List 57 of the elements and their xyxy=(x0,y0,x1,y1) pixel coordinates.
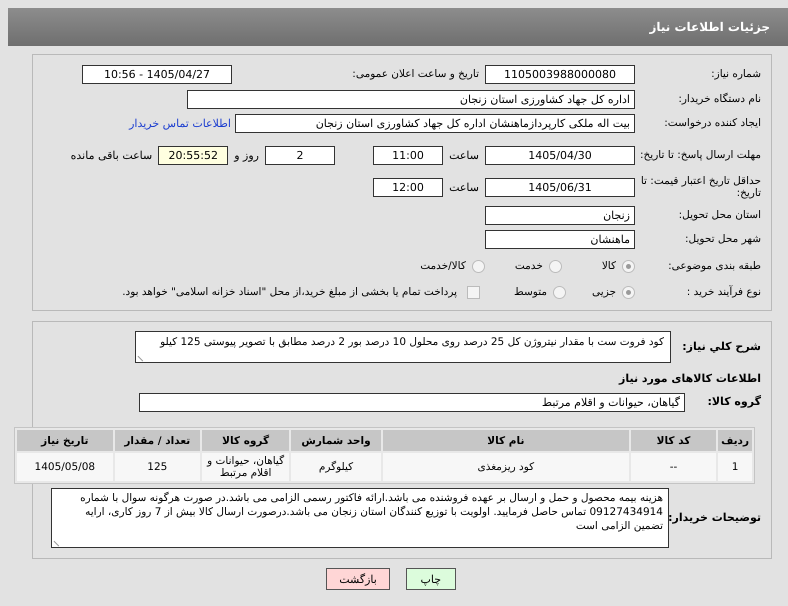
province-field: زنجان xyxy=(485,206,635,224)
table-cell: -- xyxy=(630,453,716,481)
table-cell: 125 xyxy=(114,453,200,481)
field-label: استان محل تحویل: xyxy=(678,208,762,222)
need-number-field: 1105003988000080 xyxy=(485,64,635,84)
table-cell: 1 xyxy=(718,453,752,481)
treasury-checkbox[interactable]: پرداخت تمام یا بخشی از مبلغ خرید،از محل "اسناد خزانه اسلامی" خواهد بود. xyxy=(122,286,480,298)
buyer-contact-link[interactable]: اطلاعات تماس خریدار xyxy=(129,116,231,130)
buyer-notes-field: هزینه بیمه محصول و حمل و ارسال بر عهده فروشنده می باشد.ارائه فاکتور رسمی الزامی می باشد.در صورت هرگونه سوال با شماره 09127434914 تماس حاصل فرمایید. اولویت با توزیع کنندگان استان زنجان می باشد.درصورت ارسال کالا بیش از 7 روز کاری، ارایه تضمین الزامی است xyxy=(51,488,669,548)
table-cell: کیلوگرم xyxy=(291,453,381,481)
date-field: 1405/04/30 xyxy=(485,146,635,164)
field-label: طبقه بندی موضوعی: xyxy=(667,260,762,272)
field-label: ایجاد کننده درخواست: xyxy=(663,116,762,130)
time-field: 12:00 xyxy=(373,178,443,196)
category-radio[interactable]: خدمت xyxy=(514,260,562,272)
column-header: گروه کالا xyxy=(202,430,290,451)
column-header: ردیف xyxy=(718,430,752,451)
table-cell: گیاهان، حیوانات و اقلام مرتبط xyxy=(202,453,290,481)
remaining-time-field: 20:55:52 xyxy=(158,146,228,164)
table-cell: کود ریزمغذی xyxy=(382,453,629,481)
description-field: کود فروت ست با مقدار نیتروژن کل 25 درصد روی محلول 10 درصد بور 2 درصد مطابق با تصویر پیوستی 125 کیلو xyxy=(135,331,671,363)
time-label: ساعت xyxy=(448,148,480,162)
requester-field: بیت اله ملکی کارپردازماهنشان اداره کل جهاد کشاورزی استان زنجان xyxy=(235,114,635,132)
column-header: تعداد / مقدار xyxy=(114,430,200,451)
table-cell: 1405/05/08 xyxy=(17,453,113,481)
days-field: 2 xyxy=(265,146,335,164)
buyer-org-field: اداره کل جهاد کشاورزی استان زنجان xyxy=(187,90,635,108)
field-label: توضیحات خریدار: xyxy=(669,512,762,524)
category-radio[interactable]: کالا/خدمت xyxy=(420,260,485,272)
field-label: شهر محل تحویل: xyxy=(684,232,762,246)
page-title: جزئیات اطلاعات نیاز xyxy=(8,8,788,46)
time-field: 11:00 xyxy=(373,146,443,164)
announce-date-field: 1405/04/27 - 10:56 xyxy=(82,64,232,84)
field-label: شماره نیاز: xyxy=(710,68,762,80)
process-radio[interactable]: متوسط xyxy=(514,286,566,298)
field-label: شرح کلي نياز: xyxy=(681,340,762,354)
remaining-label: ساعت باقی مانده xyxy=(70,148,154,162)
date-field: 1405/06/31 xyxy=(485,178,635,196)
days-label: روز و xyxy=(232,148,260,162)
field-label: مهلت ارسال پاسخ: تا تاریخ: xyxy=(638,148,762,162)
column-header: کد کالا xyxy=(630,430,716,451)
print-button[interactable]: چاپ xyxy=(406,568,456,590)
column-header: واحد شمارش xyxy=(291,430,381,451)
goods-group-field: گیاهان، حیوانات و اقلام مرتبط xyxy=(139,392,685,412)
field-label: حداقل تاریخ اعتبار قیمت: تا تاریخ: xyxy=(640,174,762,200)
column-header: نام کالا xyxy=(382,430,629,451)
city-field: ماهنشان xyxy=(485,230,635,248)
field-label: نام دستگاه خریدار: xyxy=(677,92,762,106)
process-radio[interactable]: جزیی xyxy=(592,286,635,298)
time-label: ساعت xyxy=(448,180,480,194)
field-label: تاریخ و ساعت اعلان عمومی: xyxy=(351,68,480,80)
category-radio[interactable]: کالا xyxy=(602,260,635,272)
back-button[interactable]: بازگشت xyxy=(326,568,390,590)
section-heading: اطلاعات کالاهای مورد نیاز xyxy=(618,372,762,385)
field-label: نوع فرآیند خرید : xyxy=(686,286,762,298)
column-header: تاریخ نیاز xyxy=(17,430,113,451)
field-label: گروه کالا: xyxy=(706,396,762,408)
